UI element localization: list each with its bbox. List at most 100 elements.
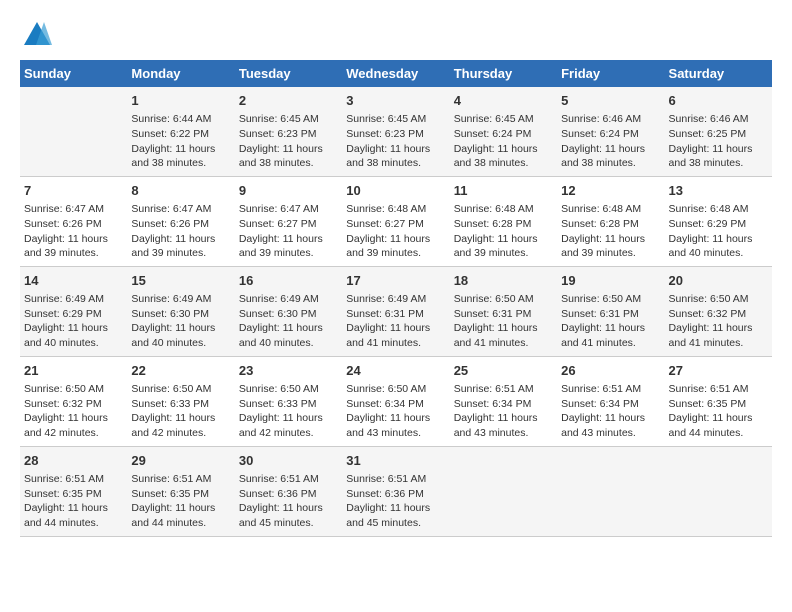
day-number: 23 <box>239 362 338 380</box>
day-info: Sunrise: 6:48 AM Sunset: 6:28 PM Dayligh… <box>454 202 553 261</box>
day-info: Sunrise: 6:48 AM Sunset: 6:28 PM Dayligh… <box>561 202 660 261</box>
calendar-cell <box>557 446 664 536</box>
calendar-cell: 11 Sunrise: 6:48 AM Sunset: 6:28 PM Dayli… <box>450 176 557 266</box>
day-number: 14 <box>24 272 123 290</box>
day-number: 9 <box>239 182 338 200</box>
day-number: 22 <box>131 362 230 380</box>
day-info: Sunrise: 6:50 AM Sunset: 6:31 PM Dayligh… <box>454 292 553 351</box>
day-info: Sunrise: 6:48 AM Sunset: 6:29 PM Dayligh… <box>669 202 768 261</box>
day-number: 2 <box>239 92 338 110</box>
day-number: 15 <box>131 272 230 290</box>
calendar-cell: 27Sunrise: 6:51 AM Sunset: 6:35 PM Dayli… <box>665 356 772 446</box>
day-number: 28 <box>24 452 123 470</box>
day-number: 31 <box>346 452 445 470</box>
calendar-cell <box>20 87 127 176</box>
day-info: Sunrise: 6:45 AM Sunset: 6:23 PM Dayligh… <box>239 112 338 171</box>
calendar-week-row: 21Sunrise: 6:50 AM Sunset: 6:32 PM Dayli… <box>20 356 772 446</box>
day-info: Sunrise: 6:50 AM Sunset: 6:31 PM Dayligh… <box>561 292 660 351</box>
logo-icon <box>22 20 52 50</box>
day-number: 13 <box>669 182 768 200</box>
day-number: 6 <box>669 92 768 110</box>
day-info: Sunrise: 6:47 AM Sunset: 6:26 PM Dayligh… <box>24 202 123 261</box>
page-header <box>20 20 772 50</box>
day-number: 17 <box>346 272 445 290</box>
calendar-cell: 20 Sunrise: 6:50 AM Sunset: 6:32 PM Dayli… <box>665 266 772 356</box>
calendar-cell: 18 Sunrise: 6:50 AM Sunset: 6:31 PM Dayli… <box>450 266 557 356</box>
calendar-cell: 21Sunrise: 6:50 AM Sunset: 6:32 PM Dayli… <box>20 356 127 446</box>
calendar-cell: 4 Sunrise: 6:45 AM Sunset: 6:24 PM Daylig… <box>450 87 557 176</box>
day-info: Sunrise: 6:51 AM Sunset: 6:35 PM Dayligh… <box>669 382 768 441</box>
calendar-cell: 17Sunrise: 6:49 AM Sunset: 6:31 PM Dayli… <box>342 266 449 356</box>
day-info: Sunrise: 6:50 AM Sunset: 6:33 PM Dayligh… <box>239 382 338 441</box>
day-info: Sunrise: 6:49 AM Sunset: 6:29 PM Dayligh… <box>24 292 123 351</box>
calendar-cell: 14 Sunrise: 6:49 AM Sunset: 6:29 PM Dayli… <box>20 266 127 356</box>
day-number: 7 <box>24 182 123 200</box>
day-number: 8 <box>131 182 230 200</box>
calendar-table: SundayMondayTuesdayWednesdayThursdayFrid… <box>20 60 772 537</box>
day-info: Sunrise: 6:44 AM Sunset: 6:22 PM Dayligh… <box>131 112 230 171</box>
day-number: 26 <box>561 362 660 380</box>
calendar-cell: 7 Sunrise: 6:47 AM Sunset: 6:26 PM Daylig… <box>20 176 127 266</box>
logo-text <box>20 20 52 50</box>
weekday-header-cell: Thursday <box>450 60 557 87</box>
day-number: 12 <box>561 182 660 200</box>
calendar-cell: 5Sunrise: 6:46 AM Sunset: 6:24 PM Daylig… <box>557 87 664 176</box>
calendar-header: SundayMondayTuesdayWednesdayThursdayFrid… <box>20 60 772 87</box>
calendar-cell <box>665 446 772 536</box>
calendar-cell: 28 Sunrise: 6:51 AM Sunset: 6:35 PM Dayli… <box>20 446 127 536</box>
day-info: Sunrise: 6:51 AM Sunset: 6:34 PM Dayligh… <box>561 382 660 441</box>
logo <box>20 20 52 50</box>
day-info: Sunrise: 6:46 AM Sunset: 6:24 PM Dayligh… <box>561 112 660 171</box>
day-info: Sunrise: 6:50 AM Sunset: 6:33 PM Dayligh… <box>131 382 230 441</box>
calendar-cell: 13 Sunrise: 6:48 AM Sunset: 6:29 PM Dayli… <box>665 176 772 266</box>
calendar-cell: 6 Sunrise: 6:46 AM Sunset: 6:25 PM Daylig… <box>665 87 772 176</box>
day-number: 11 <box>454 182 553 200</box>
calendar-cell: 12 Sunrise: 6:48 AM Sunset: 6:28 PM Dayli… <box>557 176 664 266</box>
calendar-cell: 10 Sunrise: 6:48 AM Sunset: 6:27 PM Dayli… <box>342 176 449 266</box>
calendar-cell <box>450 446 557 536</box>
day-info: Sunrise: 6:51 AM Sunset: 6:36 PM Dayligh… <box>346 472 445 531</box>
day-number: 4 <box>454 92 553 110</box>
day-info: Sunrise: 6:46 AM Sunset: 6:25 PM Dayligh… <box>669 112 768 171</box>
day-info: Sunrise: 6:51 AM Sunset: 6:36 PM Dayligh… <box>239 472 338 531</box>
calendar-cell: 2 Sunrise: 6:45 AM Sunset: 6:23 PM Daylig… <box>235 87 342 176</box>
day-number: 1 <box>131 92 230 110</box>
weekday-header-cell: Saturday <box>665 60 772 87</box>
day-info: Sunrise: 6:48 AM Sunset: 6:27 PM Dayligh… <box>346 202 445 261</box>
day-number: 21 <box>24 362 123 380</box>
calendar-cell: 25Sunrise: 6:51 AM Sunset: 6:34 PM Dayli… <box>450 356 557 446</box>
weekday-header-cell: Tuesday <box>235 60 342 87</box>
day-number: 29 <box>131 452 230 470</box>
calendar-cell: 3 Sunrise: 6:45 AM Sunset: 6:23 PM Daylig… <box>342 87 449 176</box>
calendar-cell: 29 Sunrise: 6:51 AM Sunset: 6:35 PM Dayli… <box>127 446 234 536</box>
day-info: Sunrise: 6:47 AM Sunset: 6:27 PM Dayligh… <box>239 202 338 261</box>
day-info: Sunrise: 6:49 AM Sunset: 6:30 PM Dayligh… <box>131 292 230 351</box>
day-info: Sunrise: 6:51 AM Sunset: 6:35 PM Dayligh… <box>24 472 123 531</box>
calendar-cell: 23 Sunrise: 6:50 AM Sunset: 6:33 PM Dayli… <box>235 356 342 446</box>
calendar-cell: 24Sunrise: 6:50 AM Sunset: 6:34 PM Dayli… <box>342 356 449 446</box>
day-number: 16 <box>239 272 338 290</box>
calendar-body: 1 Sunrise: 6:44 AM Sunset: 6:22 PM Daylig… <box>20 87 772 536</box>
day-number: 18 <box>454 272 553 290</box>
calendar-cell: 22 Sunrise: 6:50 AM Sunset: 6:33 PM Dayli… <box>127 356 234 446</box>
day-info: Sunrise: 6:45 AM Sunset: 6:24 PM Dayligh… <box>454 112 553 171</box>
calendar-cell: 15 Sunrise: 6:49 AM Sunset: 6:30 PM Dayli… <box>127 266 234 356</box>
day-info: Sunrise: 6:50 AM Sunset: 6:32 PM Dayligh… <box>669 292 768 351</box>
day-number: 19 <box>561 272 660 290</box>
day-info: Sunrise: 6:49 AM Sunset: 6:30 PM Dayligh… <box>239 292 338 351</box>
weekday-header-cell: Friday <box>557 60 664 87</box>
calendar-cell: 16 Sunrise: 6:49 AM Sunset: 6:30 PM Dayli… <box>235 266 342 356</box>
calendar-cell: 8 Sunrise: 6:47 AM Sunset: 6:26 PM Daylig… <box>127 176 234 266</box>
calendar-cell: 19 Sunrise: 6:50 AM Sunset: 6:31 PM Dayli… <box>557 266 664 356</box>
calendar-cell: 26 Sunrise: 6:51 AM Sunset: 6:34 PM Dayli… <box>557 356 664 446</box>
day-info: Sunrise: 6:50 AM Sunset: 6:34 PM Dayligh… <box>346 382 445 441</box>
day-info: Sunrise: 6:51 AM Sunset: 6:35 PM Dayligh… <box>131 472 230 531</box>
day-number: 10 <box>346 182 445 200</box>
day-info: Sunrise: 6:47 AM Sunset: 6:26 PM Dayligh… <box>131 202 230 261</box>
calendar-week-row: 14 Sunrise: 6:49 AM Sunset: 6:29 PM Dayli… <box>20 266 772 356</box>
day-number: 3 <box>346 92 445 110</box>
day-number: 20 <box>669 272 768 290</box>
day-info: Sunrise: 6:51 AM Sunset: 6:34 PM Dayligh… <box>454 382 553 441</box>
calendar-week-row: 1 Sunrise: 6:44 AM Sunset: 6:22 PM Daylig… <box>20 87 772 176</box>
day-info: Sunrise: 6:45 AM Sunset: 6:23 PM Dayligh… <box>346 112 445 171</box>
